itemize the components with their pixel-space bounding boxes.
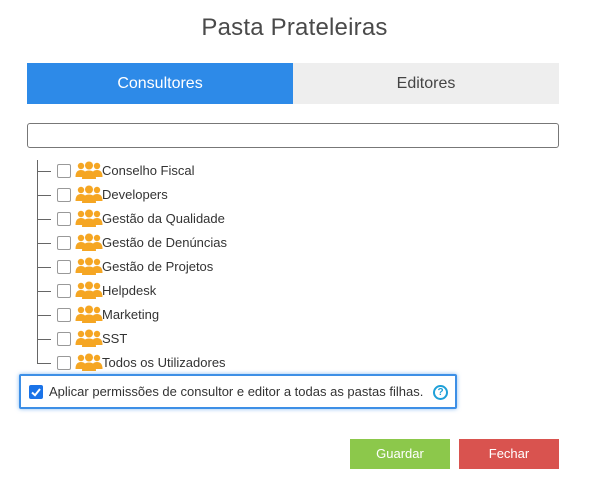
group-users-icon [75, 353, 103, 372]
group-users-icon [75, 305, 103, 324]
tree-item-label: Marketing [102, 307, 160, 322]
help-icon[interactable]: ? [433, 385, 448, 400]
tree-connector-line [37, 363, 51, 364]
tree-connector-line [37, 195, 51, 196]
tree-item-checkbox[interactable] [57, 260, 71, 274]
group-users-icon [75, 257, 103, 276]
tree-item-checkbox[interactable] [57, 212, 71, 226]
tree-item-checkbox[interactable] [57, 188, 71, 202]
save-button[interactable]: Guardar [350, 439, 450, 469]
apply-children-checkbox[interactable] [29, 385, 43, 399]
group-users-icon [75, 281, 103, 300]
tree-item[interactable]: Marketing [32, 304, 432, 326]
tree-connector-line [37, 267, 51, 268]
close-button[interactable]: Fechar [459, 439, 559, 469]
tree-item[interactable]: Developers [32, 184, 432, 206]
tree-item-checkbox[interactable] [57, 164, 71, 178]
tree-connector-line [37, 243, 51, 244]
tree-item-label: Conselho Fiscal [102, 163, 195, 178]
tree-item-label: Developers [102, 187, 168, 202]
group-users-icon [75, 185, 103, 204]
tab-editores[interactable]: Editores [293, 63, 559, 104]
tree-item[interactable]: Todos os Utilizadores [32, 352, 432, 374]
tree-connector-line [37, 315, 51, 316]
tree-connector-line [37, 219, 51, 220]
tree-item-label: Todos os Utilizadores [102, 355, 226, 370]
tree-item[interactable]: Gestão da Qualidade [32, 208, 432, 230]
tree-item[interactable]: Gestão de Projetos [32, 256, 432, 278]
tree-item-label: SST [102, 331, 128, 346]
tab-consultores[interactable]: Consultores [27, 63, 293, 104]
group-users-icon [75, 209, 103, 228]
tree-item-label: Gestão de Denúncias [102, 235, 228, 250]
group-users-icon [75, 329, 103, 348]
dialog-title: Pasta Prateleiras [201, 14, 388, 41]
tree-item-checkbox[interactable] [57, 332, 71, 346]
tree-item-label: Gestão da Qualidade [102, 211, 225, 226]
tree-item-checkbox[interactable] [57, 308, 71, 322]
tree-connector-line [37, 171, 51, 172]
tab-bar: Consultores Editores [27, 63, 559, 104]
group-users-icon [75, 161, 103, 180]
tree-connector-line [37, 291, 51, 292]
tree-item-label: Helpdesk [102, 283, 157, 298]
tree-item[interactable]: SST [32, 328, 432, 350]
tree-item[interactable]: Gestão de Denúncias [32, 232, 432, 254]
tree-item-checkbox[interactable] [57, 284, 71, 298]
tree-item-checkbox[interactable] [57, 236, 71, 250]
group-users-icon [75, 233, 103, 252]
tree-item[interactable]: Conselho Fiscal [32, 160, 432, 182]
apply-children-option: Aplicar permissões de consultor e editor… [19, 374, 457, 409]
apply-children-label: Aplicar permissões de consultor e editor… [49, 384, 424, 399]
tree-item-label: Gestão de Projetos [102, 259, 214, 274]
tree-connector-line [37, 339, 51, 340]
tree-item[interactable]: Helpdesk [32, 280, 432, 302]
tree-item-checkbox[interactable] [57, 356, 71, 370]
search-input[interactable] [27, 123, 559, 148]
